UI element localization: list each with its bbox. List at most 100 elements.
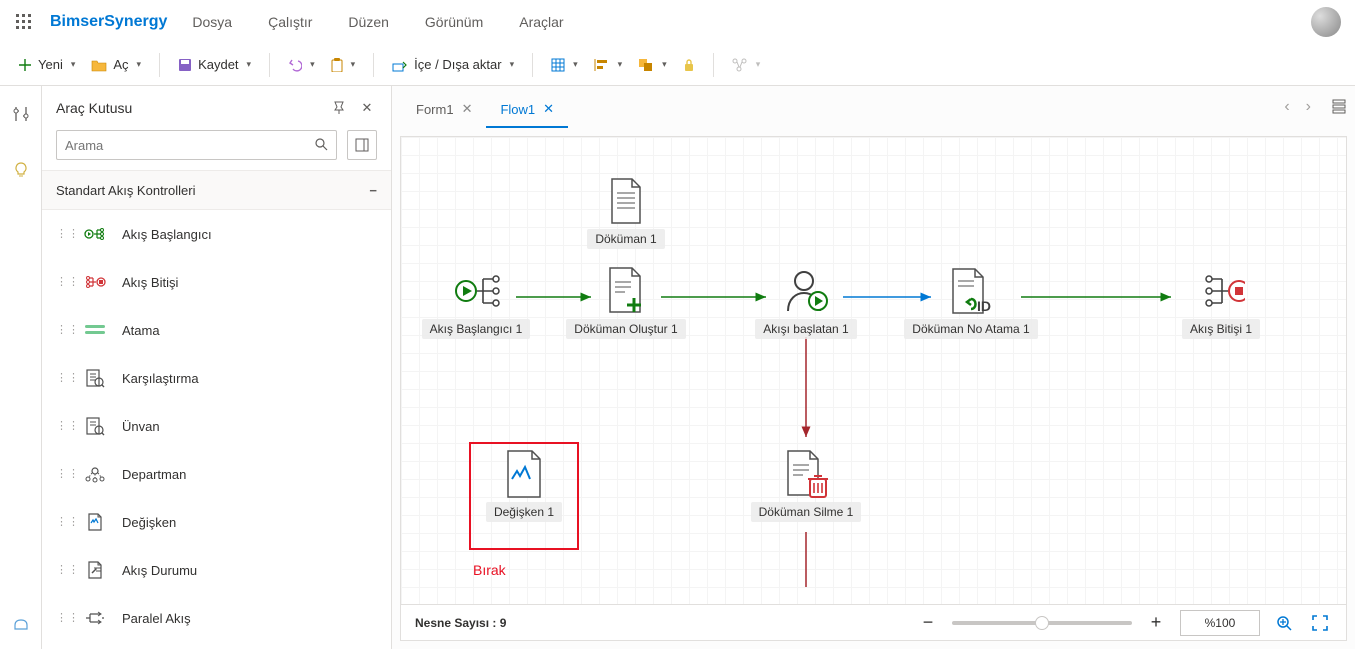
avatar[interactable] bbox=[1311, 7, 1341, 37]
close-icon[interactable]: ✕ bbox=[357, 98, 377, 118]
tab-prev-button[interactable]: ‹ bbox=[1284, 98, 1289, 116]
tool-assign[interactable]: ⋮⋮ Atama bbox=[42, 306, 391, 354]
search-box[interactable] bbox=[56, 130, 337, 160]
layout-toggle-button[interactable] bbox=[347, 130, 377, 160]
tool-compare[interactable]: ⋮⋮ Karşılaştırma bbox=[42, 354, 391, 402]
menu-run[interactable]: Çalıştır bbox=[268, 14, 312, 30]
node-label: Döküman No Atama 1 bbox=[904, 319, 1037, 339]
zoom-control: − + %100 bbox=[916, 610, 1332, 636]
tab-form1[interactable]: Form1 ✕ bbox=[402, 92, 486, 128]
grip-icon: ⋮⋮ bbox=[56, 279, 68, 285]
topbar: BimserSynergy Dosya Çalıştır Düzen Görün… bbox=[0, 0, 1355, 44]
flow-state-icon bbox=[84, 559, 106, 581]
tool-label: Karşılaştırma bbox=[122, 371, 199, 386]
zoom-out-button[interactable]: − bbox=[916, 611, 940, 635]
node-create-document[interactable]: Döküman Oluştur 1 bbox=[566, 267, 686, 339]
grid-button[interactable]: ▾ bbox=[543, 49, 586, 81]
import-export-button[interactable]: İçe / Dışa aktar ▾ bbox=[384, 49, 522, 81]
menu-file[interactable]: Dosya bbox=[192, 14, 232, 30]
toolbar: Yeni ▾ Aç ▾ Kaydet ▾ ▾ ▾ İçe / Dışa akta bbox=[0, 44, 1355, 86]
arrange-button[interactable]: ▾ bbox=[630, 49, 675, 81]
flow-start-icon bbox=[452, 267, 500, 315]
menu-view[interactable]: Görünüm bbox=[425, 14, 483, 30]
menu-items: Dosya Çalıştır Düzen Görünüm Araçlar bbox=[192, 14, 563, 30]
node-variable[interactable]: Değişken 1 bbox=[464, 450, 584, 522]
new-button[interactable]: Yeni ▾ bbox=[10, 49, 83, 81]
grip-icon: ⋮⋮ bbox=[56, 327, 68, 333]
toolbox-title: Araç Kutusu bbox=[56, 100, 132, 116]
node-flow-end[interactable]: Akış Bitişi 1 bbox=[1161, 267, 1281, 339]
tab-settings-button[interactable] bbox=[1331, 98, 1347, 117]
tool-variable[interactable]: ⋮⋮ Değişken bbox=[42, 498, 391, 546]
close-icon[interactable]: ✕ bbox=[462, 101, 473, 117]
chevron-down-icon: ▾ bbox=[756, 59, 761, 70]
group-header[interactable]: Standart Akış Kontrolleri − bbox=[42, 170, 391, 210]
zoom-slider[interactable] bbox=[952, 621, 1132, 625]
flow-canvas[interactable]: Döküman 1 Akış Başlangıcı 1 Döküman Oluş… bbox=[400, 136, 1347, 641]
main: Araç Kutusu ✕ Standart Akış Kontrolleri … bbox=[0, 86, 1355, 649]
variable-icon bbox=[500, 450, 548, 498]
node-label: Akış Başlangıcı 1 bbox=[422, 319, 531, 339]
pin-icon[interactable] bbox=[329, 98, 349, 118]
document-delete-icon bbox=[782, 450, 830, 498]
brand-label[interactable]: BimserSynergy bbox=[50, 13, 167, 31]
tool-parallel[interactable]: ⋮⋮ Paralel Akış bbox=[42, 594, 391, 642]
left-rail bbox=[0, 86, 42, 649]
align-icon bbox=[594, 58, 610, 72]
fullscreen-button[interactable] bbox=[1308, 611, 1332, 635]
variable-icon bbox=[84, 511, 106, 533]
tab-flow1[interactable]: Flow1 ✕ bbox=[486, 92, 568, 128]
tool-label: Akış Başlangıcı bbox=[122, 227, 212, 242]
node-label: Döküman Silme 1 bbox=[751, 502, 862, 522]
flow-end-icon bbox=[1197, 267, 1245, 315]
paste-button[interactable]: ▾ bbox=[323, 49, 364, 81]
node-label: Akış Bitişi 1 bbox=[1182, 319, 1260, 339]
assign-icon bbox=[84, 319, 106, 341]
rail-ideas[interactable] bbox=[7, 156, 35, 184]
search-input[interactable] bbox=[65, 138, 314, 153]
toolbox-sidebar: Araç Kutusu ✕ Standart Akış Kontrolleri … bbox=[42, 86, 392, 649]
flow-end-icon bbox=[84, 271, 106, 293]
align-button[interactable]: ▾ bbox=[586, 49, 631, 81]
node-initiator[interactable]: Akışı başlatan 1 bbox=[746, 267, 866, 339]
tool-flow-end[interactable]: ⋮⋮ Akış Bitişi bbox=[42, 258, 391, 306]
node-delete-document[interactable]: Döküman Silme 1 bbox=[746, 450, 866, 522]
rail-grab[interactable] bbox=[7, 611, 35, 639]
apps-icon[interactable] bbox=[8, 6, 40, 38]
menu-tools[interactable]: Araçlar bbox=[519, 14, 563, 30]
annotation-drop: Bırak bbox=[473, 562, 506, 578]
tool-label: Departman bbox=[122, 467, 186, 482]
transfer-icon bbox=[392, 58, 408, 72]
search-icon bbox=[314, 137, 328, 154]
zoom-fit-button[interactable] bbox=[1272, 611, 1296, 635]
department-icon bbox=[84, 463, 106, 485]
tool-department[interactable]: ⋮⋮ Departman bbox=[42, 450, 391, 498]
undo-button[interactable]: ▾ bbox=[280, 49, 323, 81]
separator bbox=[159, 53, 160, 77]
tool-flow-start[interactable]: ⋮⋮ Akış Başlangıcı bbox=[42, 210, 391, 258]
document-id-icon: ID bbox=[947, 267, 995, 315]
zoom-in-button[interactable]: + bbox=[1144, 611, 1168, 635]
flow-start-icon bbox=[84, 223, 106, 245]
tool-title[interactable]: ⋮⋮ Ünvan bbox=[42, 402, 391, 450]
node-assign-no[interactable]: ID Döküman No Atama 1 bbox=[911, 267, 1031, 339]
object-count: Nesne Sayısı : 9 bbox=[415, 616, 506, 630]
lock-button[interactable] bbox=[675, 49, 703, 81]
lock-icon bbox=[683, 58, 695, 72]
close-icon[interactable]: ✕ bbox=[543, 101, 554, 117]
menu-edit[interactable]: Düzen bbox=[348, 14, 388, 30]
node-document[interactable]: Döküman 1 bbox=[566, 177, 686, 249]
arrange-icon bbox=[638, 58, 654, 72]
hierarchy-button[interactable]: ▾ bbox=[724, 49, 769, 81]
zoom-slider-thumb[interactable] bbox=[1035, 616, 1049, 630]
grip-icon: ⋮⋮ bbox=[56, 615, 68, 621]
save-button[interactable]: Kaydet ▾ bbox=[170, 49, 259, 81]
node-flow-start[interactable]: Akış Başlangıcı 1 bbox=[416, 267, 536, 339]
tab-next-button[interactable]: › bbox=[1306, 98, 1311, 116]
tab-label: Form1 bbox=[416, 102, 454, 117]
open-button[interactable]: Aç ▾ bbox=[83, 49, 149, 81]
separator bbox=[373, 53, 374, 77]
open-label: Aç bbox=[113, 57, 128, 72]
rail-properties[interactable] bbox=[7, 100, 35, 128]
tool-flow-state[interactable]: ⋮⋮ Akış Durumu bbox=[42, 546, 391, 594]
